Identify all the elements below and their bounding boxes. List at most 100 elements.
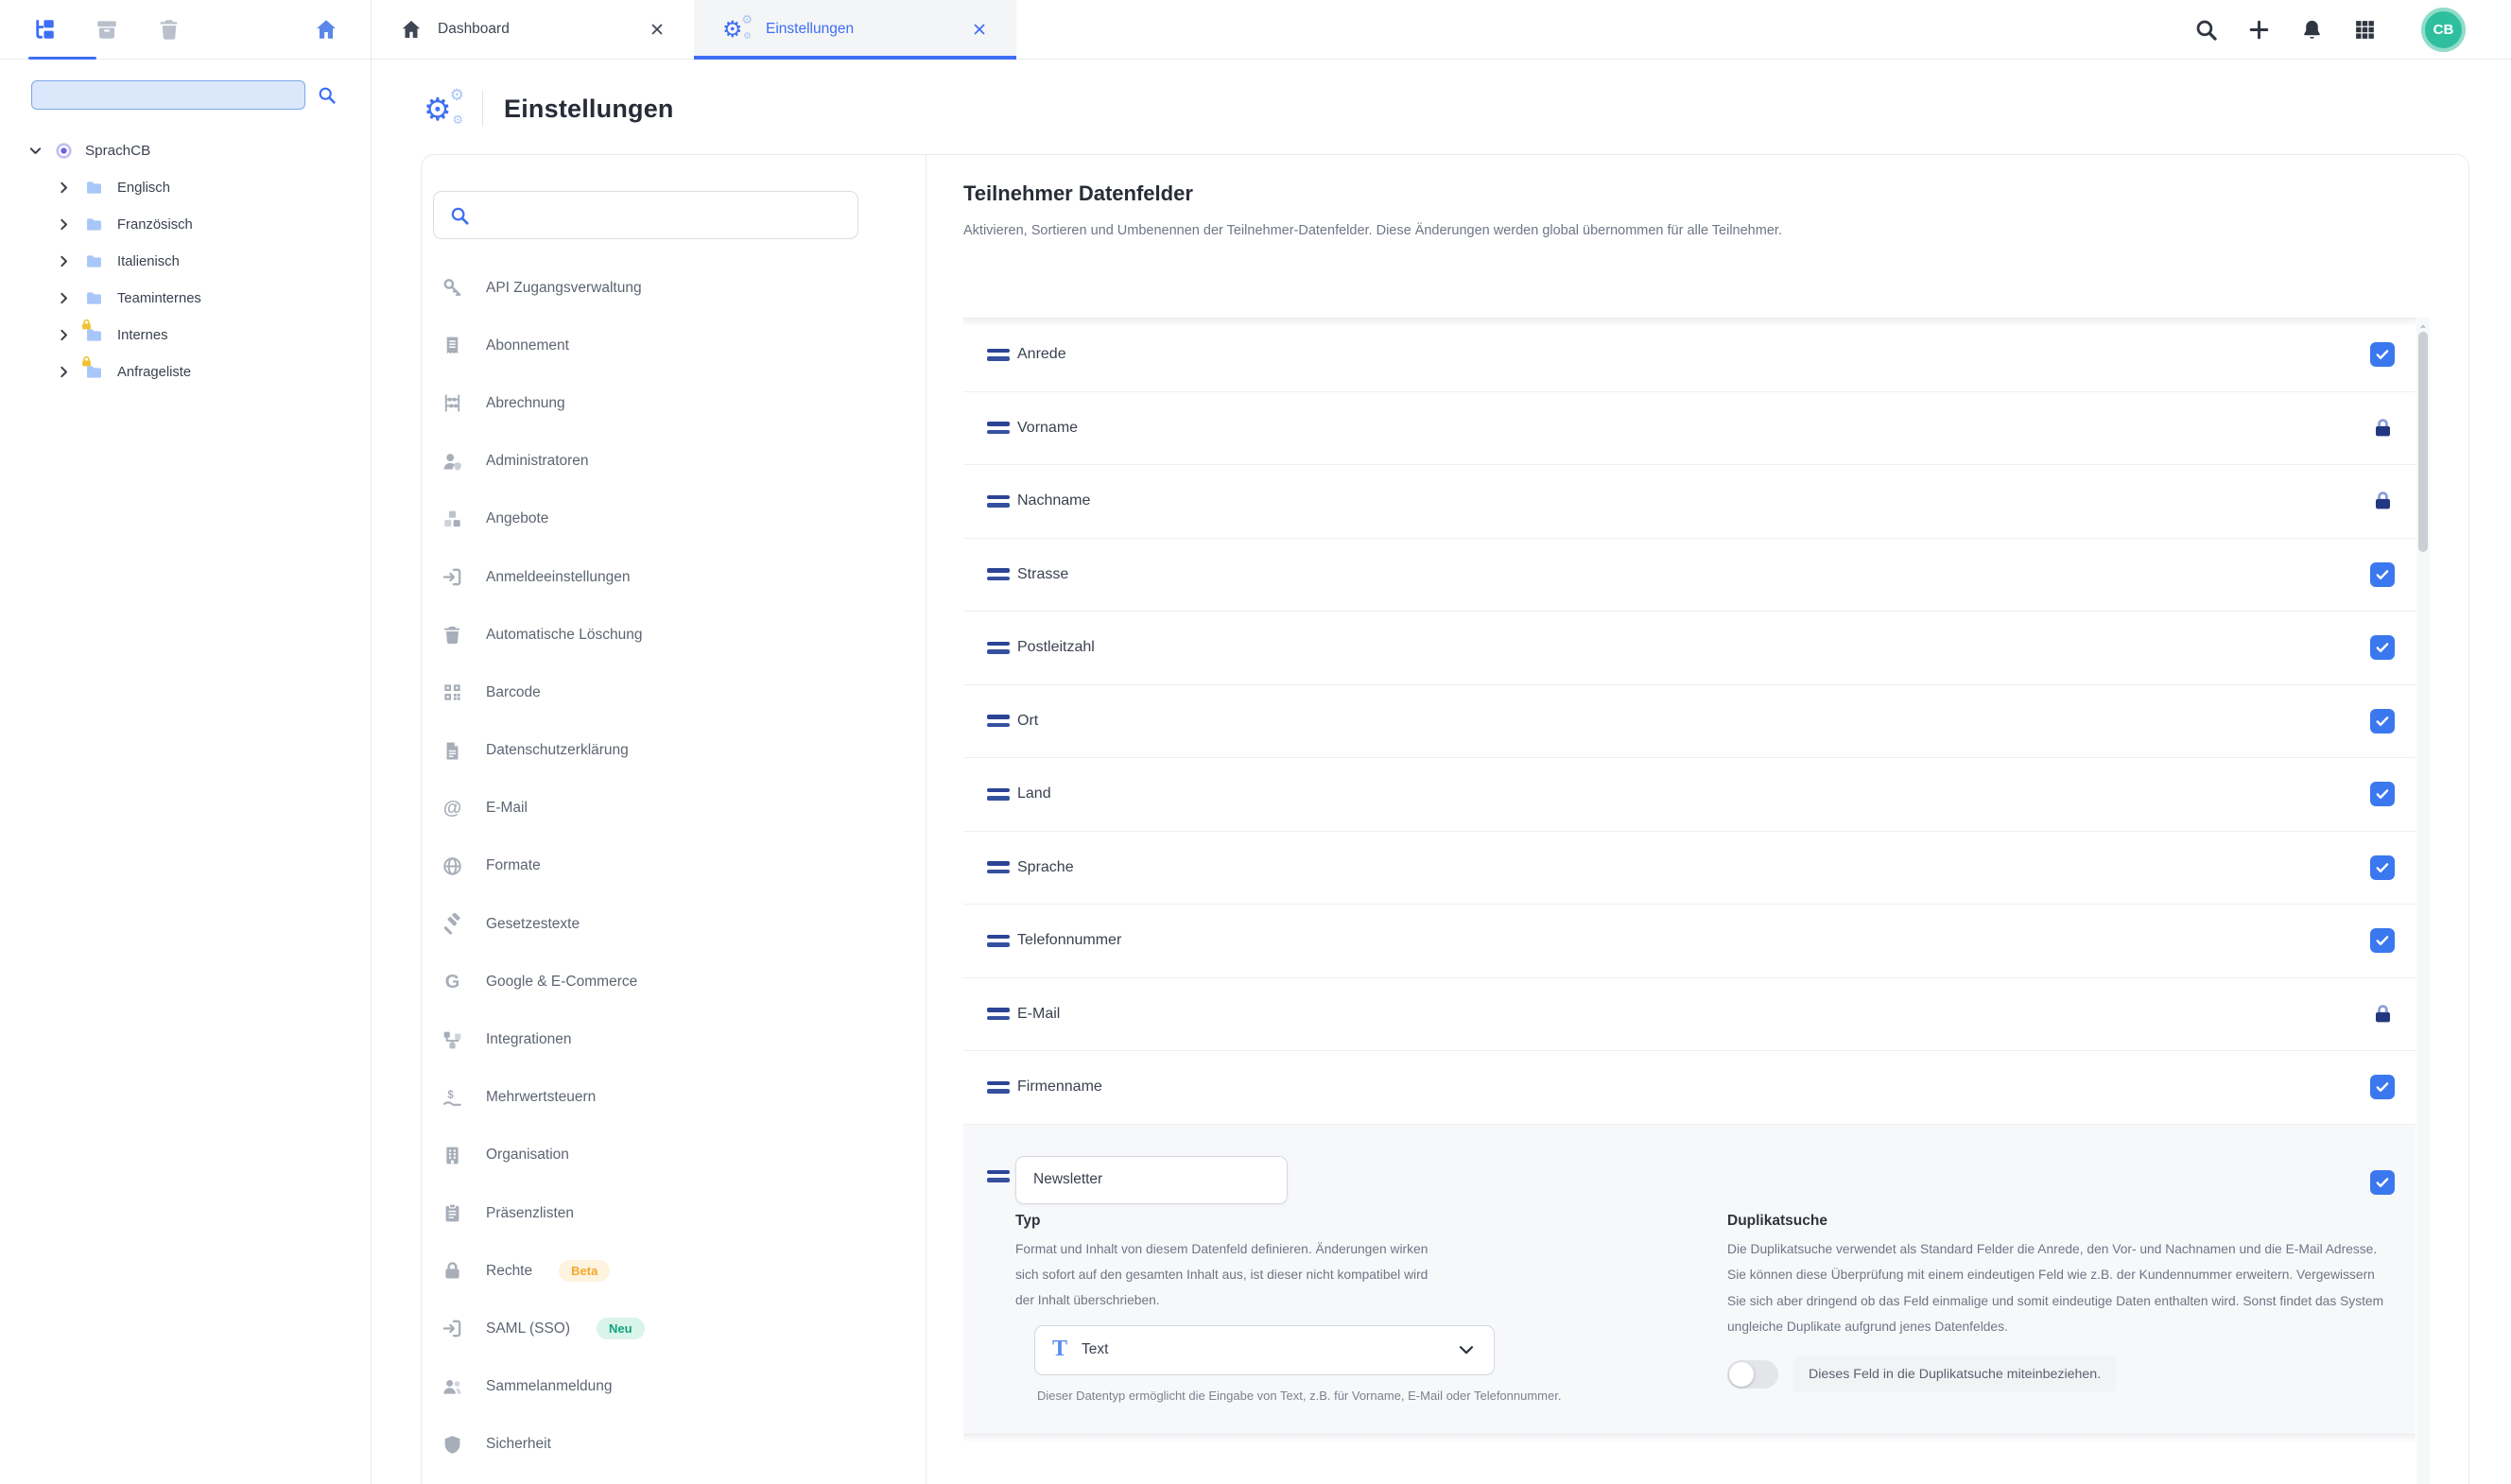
- field-checkbox[interactable]: [2370, 709, 2395, 733]
- settings-menu-item-saml-sso[interactable]: SAML (SSO)Neu: [433, 1300, 926, 1357]
- field-state: [2370, 635, 2395, 660]
- chevron-right-icon[interactable]: [57, 291, 71, 305]
- folder-icon: [83, 363, 105, 381]
- notifications-icon[interactable]: [2300, 18, 2324, 42]
- field-checkbox[interactable]: [2370, 1075, 2395, 1099]
- scroll-up-arrow[interactable]: [2416, 319, 2430, 331]
- settings-menu-item-e-mail[interactable]: @E-Mail: [433, 780, 926, 837]
- apps-grid-icon[interactable]: [2353, 18, 2377, 42]
- field-name-input[interactable]: [1015, 1156, 1288, 1204]
- tree-item-sprachcb[interactable]: SprachCB: [0, 132, 371, 169]
- nodes-icon: [442, 1029, 463, 1051]
- drag-handle[interactable]: [987, 861, 1010, 873]
- home-icon[interactable]: [314, 17, 338, 42]
- root-node-icon: [55, 142, 73, 160]
- field-checkbox[interactable]: [2370, 342, 2395, 367]
- drag-handle[interactable]: [987, 568, 1010, 580]
- drag-handle[interactable]: [987, 349, 1010, 361]
- scrollbar[interactable]: [2416, 318, 2430, 1484]
- chevron-right-icon[interactable]: [57, 254, 71, 268]
- field-checkbox[interactable]: [2370, 855, 2395, 880]
- settings-menu-item-google-e-commerce[interactable]: GGoogle & E-Commerce: [433, 953, 926, 1010]
- globe-icon: [442, 855, 463, 877]
- drag-handle[interactable]: [987, 642, 1010, 654]
- tab-dashboard[interactable]: Dashboard: [372, 0, 694, 59]
- settings-menu-item-organisation[interactable]: Organisation: [433, 1127, 926, 1184]
- close-icon[interactable]: [649, 21, 666, 38]
- menu-item-label: Sicherheit: [486, 1436, 551, 1453]
- field-checkbox[interactable]: [2370, 782, 2395, 806]
- settings-menu-item-anmeldeeinstellungen[interactable]: Anmeldeeinstellungen: [433, 548, 926, 606]
- settings-menu-item-rechte[interactable]: RechteBeta: [433, 1242, 926, 1300]
- scrollbar-thumb[interactable]: [2418, 332, 2428, 552]
- menu-item-label: Organisation: [486, 1147, 569, 1164]
- field-state: [2370, 1075, 2395, 1099]
- settings-search-input[interactable]: [479, 192, 848, 238]
- archive-icon[interactable]: [95, 17, 119, 42]
- svg-text:$: $: [447, 1090, 454, 1101]
- close-icon[interactable]: [971, 21, 988, 38]
- type-select[interactable]: T Text: [1034, 1325, 1495, 1375]
- field-row-postleitzahl: Postleitzahl: [963, 612, 2416, 685]
- field-row-ort: Ort: [963, 685, 2416, 759]
- search-icon: [449, 205, 470, 226]
- drag-handle[interactable]: [987, 935, 1010, 947]
- settings-menu-item-sicherheit[interactable]: Sicherheit: [433, 1416, 926, 1474]
- field-row-sprache: Sprache: [963, 832, 2416, 906]
- field-row-strasse: Strasse: [963, 539, 2416, 613]
- trash-icon[interactable]: [157, 17, 182, 42]
- drag-handle[interactable]: [987, 715, 1010, 727]
- field-checkbox[interactable]: [2370, 1170, 2395, 1195]
- chevron-down-icon[interactable]: [28, 144, 43, 158]
- chevron-right-icon[interactable]: [57, 181, 71, 195]
- settings-menu-item-sammelanmeldung[interactable]: Sammelanmeldung: [433, 1358, 926, 1416]
- sidebar-search-input[interactable]: [31, 80, 305, 110]
- tree-item-teaminternes[interactable]: Teaminternes: [0, 280, 371, 317]
- settings-menu-item-integrationen[interactable]: Integrationen: [433, 1010, 926, 1068]
- chevron-right-icon[interactable]: [57, 217, 71, 232]
- search-icon[interactable]: [317, 85, 337, 105]
- field-checkbox[interactable]: [2370, 562, 2395, 587]
- search-icon[interactable]: [2194, 18, 2218, 42]
- chevron-right-icon[interactable]: [57, 328, 71, 342]
- menu-item-label: Sammelanmeldung: [486, 1378, 613, 1395]
- folder-icon: [83, 252, 105, 270]
- chevron-right-icon[interactable]: [57, 365, 71, 379]
- settings-menu-item-api-zugangsverwaltung[interactable]: API Zugangsverwaltung: [433, 259, 926, 317]
- drag-handle[interactable]: [987, 1081, 1010, 1094]
- field-checkbox[interactable]: [2370, 928, 2395, 953]
- settings-menu-item-gesetzestexte[interactable]: Gesetzestexte: [433, 895, 926, 953]
- field-label: Telefonnummer: [1017, 932, 1121, 949]
- settings-menu-item-formate[interactable]: Formate: [433, 837, 926, 895]
- settings-menu-item-abrechnung[interactable]: Abrechnung: [433, 374, 926, 432]
- tree-item-franz-sisch[interactable]: Französisch: [0, 206, 371, 243]
- duplicate-toggle[interactable]: [1727, 1360, 1778, 1389]
- field-label: Postleitzahl: [1017, 639, 1095, 656]
- settings-menu-item-abonnement[interactable]: Abonnement: [433, 317, 926, 374]
- settings-menu-item-datenschutzerkl-rung[interactable]: Datenschutzerklärung: [433, 722, 926, 780]
- settings-menu-item-automatische-l-schung[interactable]: Automatische Löschung: [433, 606, 926, 664]
- tree-item-internes[interactable]: Internes: [0, 317, 371, 354]
- drag-handle[interactable]: [987, 1170, 1010, 1182]
- settings-menu-item-administratoren[interactable]: Administratoren: [433, 433, 926, 491]
- clipboard-icon: [442, 1202, 463, 1224]
- field-row-land: Land: [963, 758, 2416, 832]
- drag-handle[interactable]: [987, 788, 1010, 801]
- field-row-firmenname: Firmenname: [963, 1051, 2416, 1125]
- add-icon[interactable]: [2247, 18, 2271, 42]
- avatar[interactable]: CB: [2421, 8, 2466, 52]
- settings-menu-item-pr-senzlisten[interactable]: Präsenzlisten: [433, 1184, 926, 1242]
- tab-einstellungen[interactable]: ⚙⚙⚙Einstellungen: [694, 0, 1016, 59]
- settings-menu-item-angebote[interactable]: Angebote: [433, 491, 926, 548]
- field-checkbox[interactable]: [2370, 635, 2395, 660]
- drag-handle[interactable]: [987, 1008, 1010, 1020]
- tree-view-icon[interactable]: [32, 17, 57, 42]
- drag-handle[interactable]: [987, 495, 1010, 508]
- drag-handle[interactable]: [987, 422, 1010, 434]
- tree-item-italienisch[interactable]: Italienisch: [0, 243, 371, 280]
- settings-menu-item-barcode[interactable]: Barcode: [433, 664, 926, 721]
- tree-item-englisch[interactable]: Englisch: [0, 169, 371, 206]
- settings-menu-item-mehrwertsteuern[interactable]: $Mehrwertsteuern: [433, 1069, 926, 1127]
- lock-icon: [2371, 1002, 2395, 1027]
- tree-item-anfrageliste[interactable]: Anfrageliste: [0, 354, 371, 390]
